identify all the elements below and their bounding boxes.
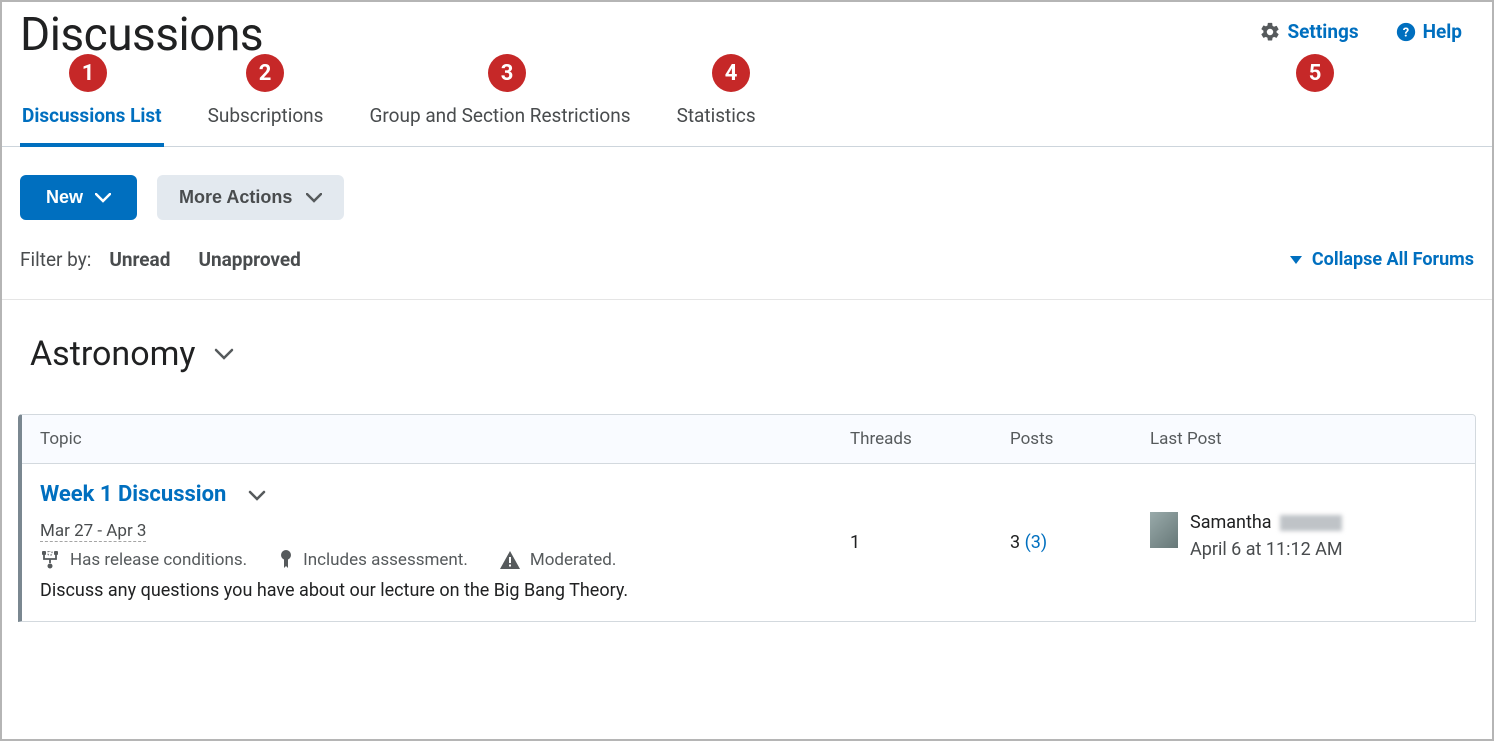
more-actions-label: More Actions: [179, 187, 292, 208]
chevron-down-icon[interactable]: [248, 482, 266, 507]
last-post-author: Samantha: [1190, 512, 1343, 533]
tab-subscriptions[interactable]: Subscriptions: [206, 90, 326, 146]
filter-unread[interactable]: Unread: [109, 248, 170, 271]
topic-title-link[interactable]: Week 1 Discussion: [40, 482, 266, 507]
forum-dropdown[interactable]: [214, 345, 234, 364]
release-conditions-icon: [40, 551, 60, 569]
settings-link[interactable]: Settings: [1259, 20, 1358, 43]
topic-description: Discuss any questions you have about our…: [40, 580, 850, 601]
last-post-time: April 6 at 11:12 AM: [1190, 539, 1343, 560]
assessment-icon: [279, 550, 293, 570]
annotation-marker-4: 4: [712, 54, 750, 92]
topic-title-text: Week 1 Discussion: [40, 482, 226, 507]
moderated-text: Moderated.: [530, 550, 616, 570]
chevron-down-icon: [95, 187, 111, 208]
annotation-marker-5: 5: [1296, 54, 1334, 92]
more-actions-button[interactable]: More Actions: [157, 175, 344, 220]
topics-table: Topic Threads Posts Last Post Week 1 Dis…: [18, 414, 1476, 622]
help-icon: ?: [1395, 21, 1417, 43]
chevron-down-icon: [306, 187, 322, 208]
filter-unapproved[interactable]: Unapproved: [198, 248, 300, 271]
new-button-label: New: [46, 187, 83, 208]
avatar: [1150, 512, 1178, 548]
redacted-surname: [1280, 515, 1342, 531]
forum-title: Astronomy: [30, 334, 196, 374]
tab-discussions-list[interactable]: Discussions List: [20, 90, 164, 147]
annotation-marker-1: 1: [69, 54, 107, 92]
table-row: Week 1 Discussion Mar 27 - Apr 3 Has rel…: [22, 464, 1475, 621]
table-header: Topic Threads Posts Last Post: [22, 415, 1475, 464]
gear-icon: [1259, 21, 1281, 43]
threads-count: 1: [850, 482, 1010, 601]
help-label: Help: [1423, 20, 1462, 43]
col-header-posts: Posts: [1010, 429, 1150, 449]
posts-cell: 3 (3): [1010, 482, 1150, 601]
svg-text:?: ?: [1402, 25, 1408, 40]
filter-by-label: Filter by:: [20, 248, 91, 271]
collapse-all-forums[interactable]: Collapse All Forums: [1290, 249, 1474, 270]
posts-unread-link[interactable]: (3): [1025, 532, 1048, 553]
tabs-nav: Discussions List Subscriptions Group and…: [2, 90, 1492, 147]
annotation-marker-2: 2: [246, 54, 284, 92]
collapse-label: Collapse All Forums: [1312, 249, 1474, 270]
tab-group-section-restrictions[interactable]: Group and Section Restrictions: [367, 90, 632, 146]
moderated-icon: [500, 551, 520, 569]
col-header-threads: Threads: [850, 429, 1010, 449]
settings-label: Settings: [1287, 20, 1358, 43]
includes-assessment-text: Includes assessment.: [303, 550, 468, 570]
new-button[interactable]: New: [20, 175, 137, 220]
triangle-down-icon: [1290, 256, 1302, 264]
help-link[interactable]: ? Help: [1395, 20, 1462, 43]
tab-statistics[interactable]: Statistics: [675, 90, 758, 146]
topic-date-range[interactable]: Mar 27 - Apr 3: [40, 521, 146, 542]
col-header-topic: Topic: [40, 429, 850, 449]
release-conditions-text: Has release conditions.: [70, 550, 247, 570]
posts-total: 3: [1010, 532, 1020, 553]
col-header-last-post: Last Post: [1150, 429, 1457, 449]
annotation-marker-3: 3: [488, 54, 526, 92]
